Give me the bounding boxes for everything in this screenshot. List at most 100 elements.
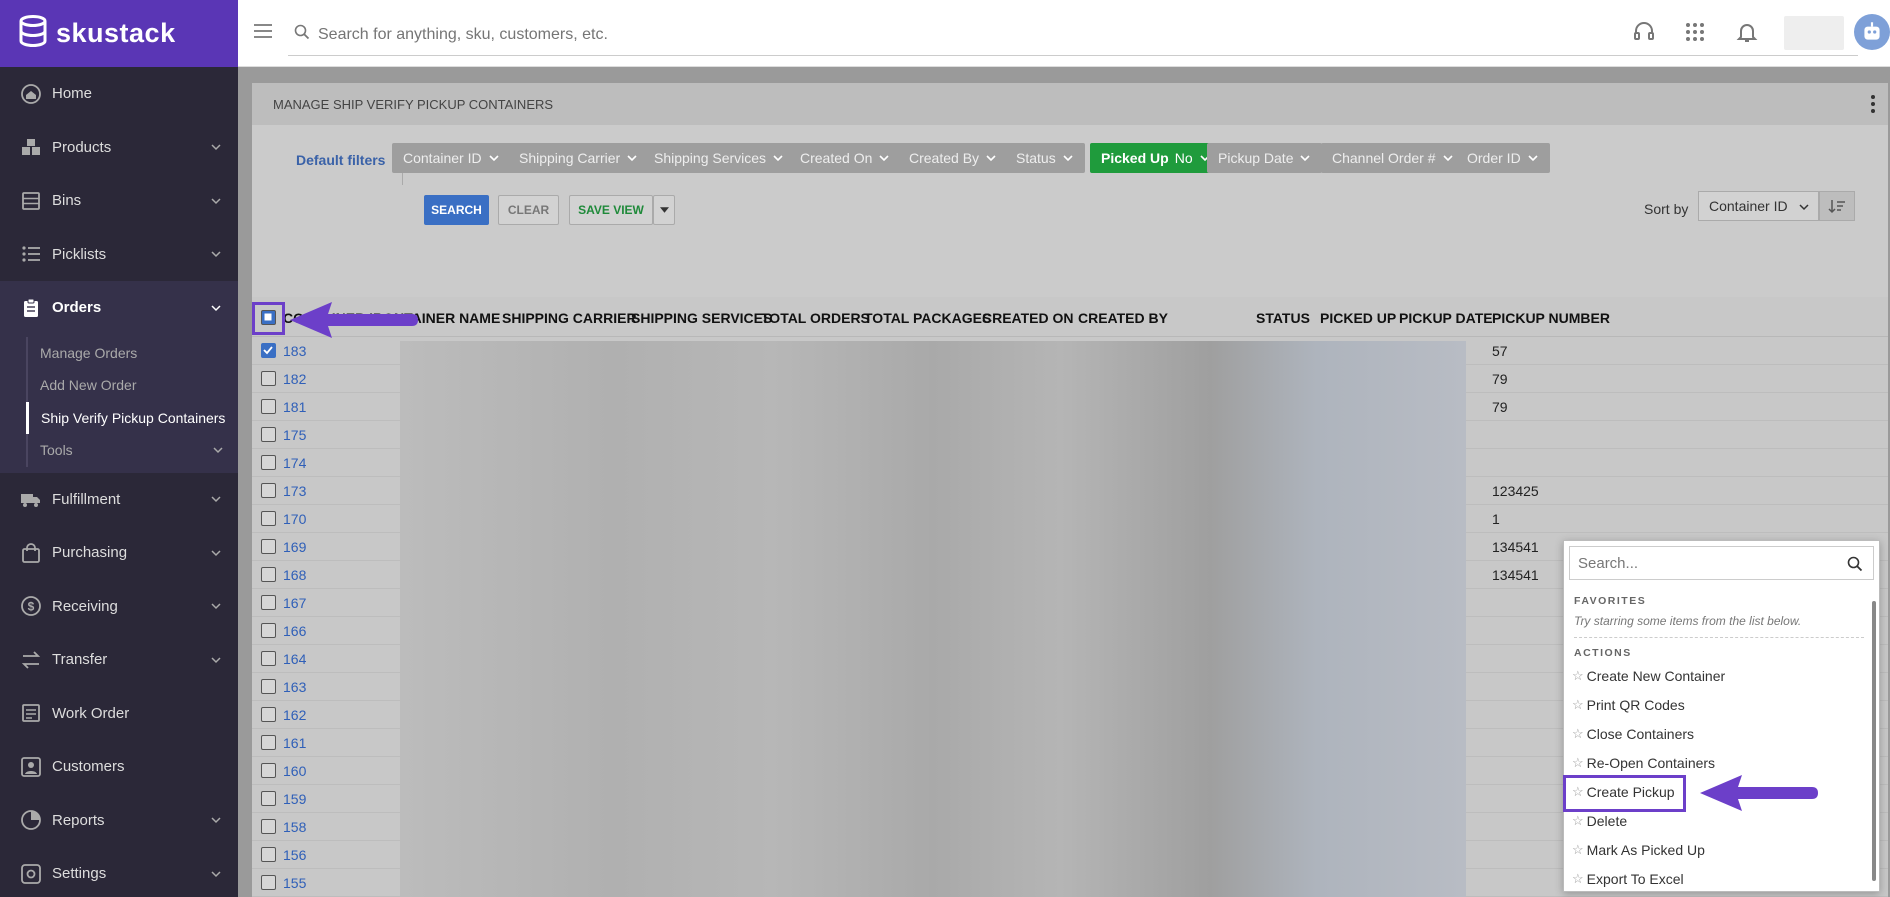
column-header-shipping-services[interactable]: SHIPPING SERVICES [631,310,772,326]
sidebar-item-receiving[interactable]: $ Receiving [0,580,238,634]
user-name-box[interactable] [1784,16,1844,50]
container-id-link[interactable]: 170 [283,511,306,527]
row-checkbox[interactable] [261,539,276,554]
sort-by-select[interactable]: Container ID [1698,191,1819,221]
container-id-link[interactable]: 159 [283,791,306,807]
star-icon[interactable]: ☆ [1572,726,1584,742]
column-header-total-packages[interactable]: TOTAL PACKAGES [864,310,991,326]
filter-channel-order-[interactable]: Channel Order # [1321,143,1465,173]
column-header-pickup-number[interactable]: PICKUP NUMBER [1492,310,1610,326]
container-id-link[interactable]: 174 [283,455,306,471]
save-view-button[interactable]: SAVE VIEW [569,195,653,225]
row-checkbox[interactable] [261,875,276,890]
filter-shipping-carrier[interactable]: Shipping Carrier [508,143,650,173]
container-id-link[interactable]: 175 [283,427,306,443]
search-button[interactable]: SEARCH [424,195,489,225]
star-icon[interactable]: ☆ [1572,697,1584,713]
sidebar-item-fulfillment[interactable]: Fulfillment [0,473,238,527]
row-checkbox[interactable] [261,511,276,526]
action-create-new-container[interactable]: ☆ Create New Container [1572,668,1725,684]
row-checkbox[interactable] [261,847,276,862]
action-mark-as-picked-up[interactable]: ☆ Mark As Picked Up [1572,842,1705,858]
submenu-item-tools[interactable]: Tools [26,434,238,467]
sidebar-item-reports[interactable]: Reports [0,794,238,848]
row-checkbox[interactable] [261,707,276,722]
column-header-pickup-date[interactable]: PICKUP DATE [1399,310,1493,326]
row-checkbox[interactable] [261,623,276,638]
action-print-qr-codes[interactable]: ☆ Print QR Codes [1572,697,1685,713]
filter-container-id[interactable]: Container ID [392,143,511,173]
dropdown-search-input[interactable]: Search... [1569,546,1874,580]
star-icon[interactable]: ☆ [1572,755,1584,771]
apps-grid-icon[interactable] [1683,20,1709,46]
container-id-link[interactable]: 162 [283,707,306,723]
row-checkbox[interactable] [261,371,276,386]
sidebar-item-orders[interactable]: Orders [0,281,238,335]
container-id-link[interactable]: 160 [283,763,306,779]
container-id-link[interactable]: 166 [283,623,306,639]
column-header-picked-up[interactable]: PICKED UP [1320,310,1396,326]
column-header-shipping-carrier[interactable]: SHIPPING CARRIER [502,310,637,326]
row-checkbox[interactable] [261,455,276,470]
filter-created-on[interactable]: Created On [789,143,902,173]
filter-order-id[interactable]: Order ID [1456,143,1550,173]
star-icon[interactable]: ☆ [1572,668,1584,684]
notification-bell-icon[interactable] [1735,20,1761,46]
submenu-item-ship-verify-pickup-containers[interactable]: Ship Verify Pickup Containers [26,401,238,434]
action-re-open-containers[interactable]: ☆ Re-Open Containers [1572,755,1715,771]
row-checkbox[interactable] [261,483,276,498]
action-export-to-excel[interactable]: ☆ Export To Excel [1572,871,1684,887]
sidebar-item-customers[interactable]: Customers [0,740,238,794]
star-icon[interactable]: ☆ [1572,813,1584,829]
container-id-link[interactable]: 155 [283,875,306,891]
filter-shipping-services[interactable]: Shipping Services [643,143,796,173]
clear-button[interactable]: CLEAR [498,195,559,225]
filter-picked-up[interactable]: Picked Up No [1090,143,1222,173]
row-checkbox[interactable] [261,735,276,750]
column-header-total-orders[interactable]: TOTAL ORDERS [761,310,870,326]
brand-header[interactable]: skustack [0,0,238,67]
column-header-created-by[interactable]: CREATED BY [1078,310,1168,326]
star-icon[interactable]: ☆ [1572,871,1584,887]
sidebar-item-work-order[interactable]: Work Order [0,687,238,741]
hamburger-menu-icon[interactable] [252,20,274,42]
container-id-link[interactable]: 168 [283,567,306,583]
global-search-input[interactable] [318,25,1418,44]
column-header-created-on[interactable]: CREATED ON [982,310,1074,326]
row-checkbox[interactable] [261,567,276,582]
row-checkbox[interactable] [261,595,276,610]
container-id-link[interactable]: 164 [283,651,306,667]
row-checkbox[interactable] [261,819,276,834]
sort-direction-button[interactable] [1819,191,1855,221]
column-header-status[interactable]: STATUS [1256,310,1310,326]
save-view-options-button[interactable] [653,195,675,225]
action-delete[interactable]: ☆ Delete [1572,813,1627,829]
sidebar-item-products[interactable]: Products [0,121,238,175]
container-id-link[interactable]: 183 [283,343,306,359]
submenu-item-manage-orders[interactable]: Manage Orders [26,336,238,369]
sidebar-item-settings[interactable]: Settings [0,847,238,897]
sidebar-item-transfer[interactable]: Transfer [0,633,238,687]
container-id-link[interactable]: 181 [283,399,306,415]
row-checkbox[interactable] [261,399,276,414]
container-id-link[interactable]: 169 [283,539,306,555]
container-id-link[interactable]: 161 [283,735,306,751]
container-id-link[interactable]: 182 [283,371,306,387]
filter-pickup-date[interactable]: Pickup Date [1207,143,1323,173]
row-checkbox[interactable] [261,427,276,442]
star-icon[interactable]: ☆ [1572,842,1584,858]
row-checkbox[interactable] [261,343,276,358]
row-checkbox[interactable] [261,651,276,666]
row-checkbox[interactable] [261,679,276,694]
more-options-icon[interactable] [1870,94,1876,114]
container-id-link[interactable]: 163 [283,679,306,695]
container-id-link[interactable]: 167 [283,595,306,611]
container-id-link[interactable]: 156 [283,847,306,863]
headset-support-icon[interactable] [1632,20,1658,46]
sidebar-item-picklists[interactable]: Picklists [0,228,238,282]
row-checkbox[interactable] [261,763,276,778]
sidebar-item-home[interactable]: Home [0,67,238,121]
filter-created-by[interactable]: Created By [898,143,1009,173]
sidebar-item-bins[interactable]: Bins [0,174,238,228]
container-id-link[interactable]: 158 [283,819,306,835]
